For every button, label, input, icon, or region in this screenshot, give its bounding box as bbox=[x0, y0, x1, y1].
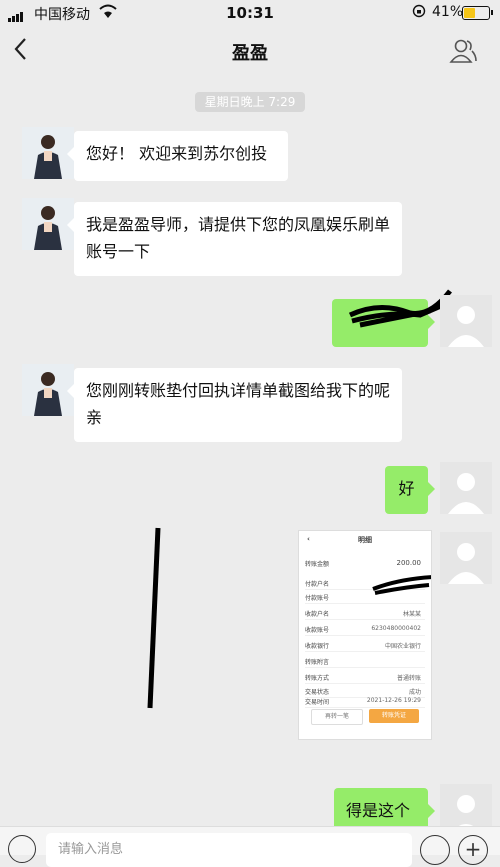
row-value: 成功 bbox=[408, 689, 421, 696]
row-key: 转账附言 bbox=[305, 659, 330, 666]
emoji-icon[interactable] bbox=[420, 835, 450, 865]
message-bubble[interactable]: 您刚刚转账垫付回执详情单截图给我下的呢 亲 bbox=[67, 368, 402, 442]
transfer-again-button: 再转一笔 bbox=[311, 709, 363, 725]
row-value: 中国农业银行 bbox=[384, 643, 421, 650]
message-bubble[interactable]: 我是盈盈导师，请提供下您的凤凰娱乐刷单账号一下 bbox=[67, 202, 402, 276]
receipt-screenshot[interactable]: ‹ 明细 转账金额 200.00 付款户名 付款账号 收款户名 林某某 收款账号 6… bbox=[298, 530, 432, 740]
message-bubble-self[interactable]: 好 bbox=[385, 466, 435, 514]
receipt-amount-label: 转账金额 bbox=[305, 561, 330, 568]
user-avatar[interactable] bbox=[440, 532, 492, 584]
receipt-title: 明细 bbox=[358, 536, 372, 544]
voice-icon[interactable] bbox=[8, 835, 36, 863]
message-input[interactable]: 请输入消息 bbox=[46, 833, 412, 867]
row-value: 6230480000402 bbox=[371, 625, 421, 632]
status-bar: 中国移动 10:31 41% bbox=[0, 0, 500, 26]
row-value: 林某某 bbox=[402, 611, 421, 618]
receipt-row: 转账方式 普通转账 bbox=[305, 673, 425, 684]
row-key: 收款户名 bbox=[305, 611, 330, 618]
receipt-row: 收款账号 6230480000402 bbox=[305, 625, 425, 636]
receipt-row: 收款户名 林某某 bbox=[305, 609, 425, 620]
plus-icon[interactable]: + bbox=[458, 835, 488, 865]
row-key: 交易状态 bbox=[305, 689, 330, 696]
user-avatar[interactable] bbox=[440, 295, 492, 347]
orientation-lock-icon bbox=[412, 4, 426, 22]
receipt-row: 收款银行 中国农业银行 bbox=[305, 641, 425, 652]
receipt-header: ‹ 明细 bbox=[299, 535, 431, 545]
user-avatar[interactable] bbox=[440, 462, 492, 514]
row-key: 收款银行 bbox=[305, 643, 330, 650]
receipt-row: 转账附言 bbox=[305, 657, 425, 668]
chat-title: 盈盈 bbox=[232, 43, 268, 64]
person-icon[interactable] bbox=[448, 36, 478, 66]
hand-drawn-line bbox=[147, 527, 161, 709]
row-value: 普通转账 bbox=[396, 675, 421, 682]
row-key: 交易时间 bbox=[305, 699, 330, 706]
redaction-scribble bbox=[372, 575, 431, 595]
battery-percent: 41% bbox=[432, 4, 464, 20]
row-key: 付款账号 bbox=[305, 595, 330, 602]
transfer-voucher-button: 转账凭证 bbox=[369, 709, 419, 723]
row-key: 付款户名 bbox=[305, 581, 330, 588]
receipt-row: 交易时间 2021-12-26 19:29 bbox=[305, 697, 425, 708]
row-key: 收款账号 bbox=[305, 627, 330, 634]
chevron-left-icon: ‹ bbox=[307, 535, 310, 543]
row-key: 转账方式 bbox=[305, 675, 330, 682]
nav-bar: 盈盈 bbox=[0, 26, 500, 78]
receipt-amount: 200.00 bbox=[396, 559, 422, 567]
message-bubble-self[interactable] bbox=[332, 289, 452, 347]
message-bubble[interactable]: 您好！ 欢迎来到苏尔创投 bbox=[67, 131, 288, 181]
message-timestamp: 星期日晚上 7:29 bbox=[195, 92, 305, 112]
input-bar: 请输入消息 + bbox=[0, 826, 500, 867]
battery-icon bbox=[462, 6, 493, 20]
row-value: 2021-12-26 19:29 bbox=[366, 697, 421, 704]
